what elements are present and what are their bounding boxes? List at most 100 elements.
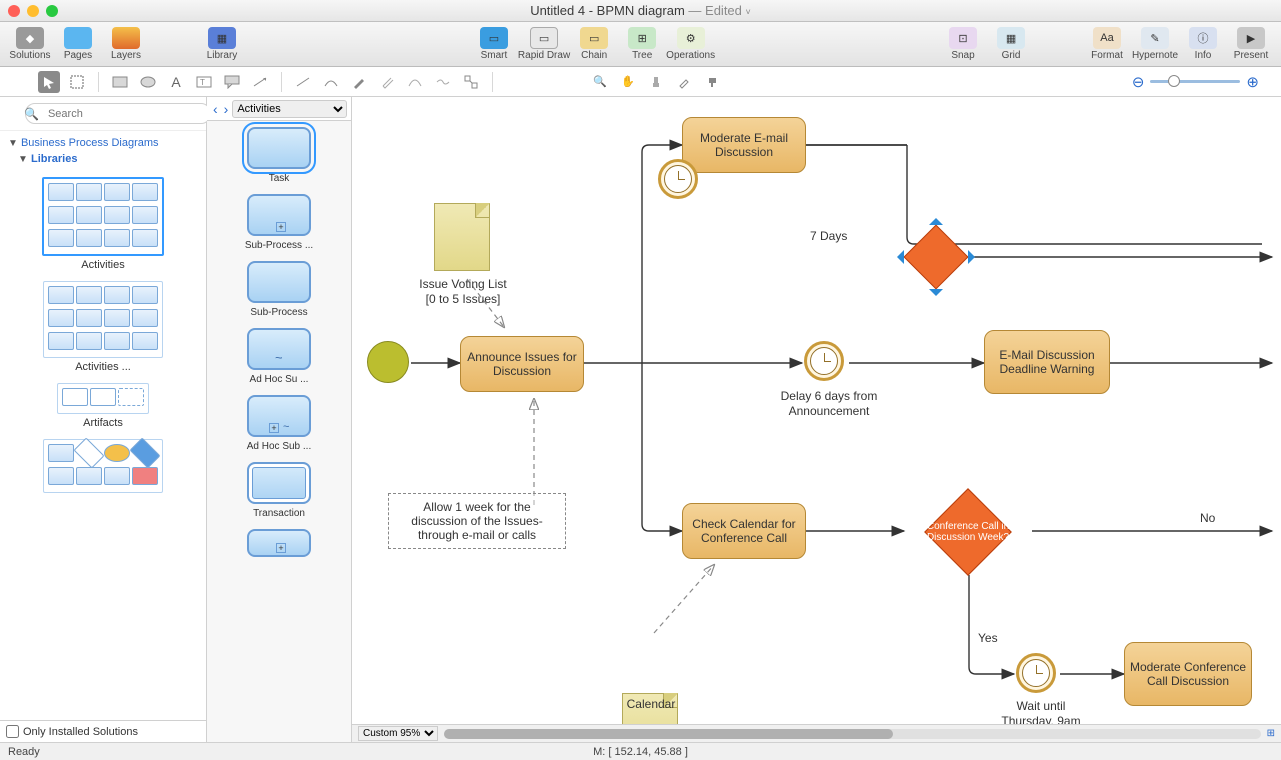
zoom-in-icon[interactable]: ⊕ [1246,73,1259,91]
lib-activities-2[interactable]: Activities ... [6,281,200,373]
task-announce[interactable]: Announce Issues for Discussion [460,336,584,392]
tree-icon: ⊞ [628,27,656,49]
operations-icon: ⚙ [677,27,705,49]
zoom-tool[interactable]: 🔍 [589,71,611,93]
task-check-calendar[interactable]: Check Calendar for Conference Call [682,503,806,559]
toolbar-smart[interactable]: ▭Smart [470,23,518,65]
marquee-tool[interactable] [66,71,88,93]
title-main: Untitled 4 - BPMN diagram [530,3,685,18]
only-installed-label: Only Installed Solutions [23,726,138,738]
pencil-tool[interactable] [348,71,370,93]
voting-list-label: Issue Voting List [0 to 5 Issues] [404,277,522,307]
zoom-knob[interactable] [1168,75,1180,87]
task-email-warning[interactable]: E-Mail Discussion Deadline Warning [984,330,1110,394]
lib-events[interactable] [6,439,200,493]
libpanel-select[interactable]: Activities [232,100,347,118]
toolbar-present[interactable]: ▶Present [1227,23,1275,65]
stamp-tool[interactable] [645,71,667,93]
ellipse-tool[interactable] [137,71,159,93]
rect-tool[interactable] [109,71,131,93]
zoom-slider[interactable]: ⊖ ⊕ [1132,73,1259,91]
status-bar: Ready M: [ 152.14, 45.88 ] [0,742,1281,760]
toolbar-format[interactable]: AaFormat [1083,23,1131,65]
gateway-merge[interactable] [904,225,968,289]
edge-yes-label: Yes [978,631,998,645]
libitem-transaction[interactable]: Transaction [211,462,347,519]
timer-moderate-email[interactable] [658,159,698,199]
tree-root[interactable]: ▼ Business Process Diagrams [8,135,198,151]
format-icon: Aa [1093,27,1121,49]
pointer-tool[interactable] [38,71,60,93]
connector-tool[interactable] [460,71,482,93]
nav-fwd-icon[interactable]: › [222,101,231,117]
timer-wait-thursday[interactable] [1016,653,1056,693]
smart-icon: ▭ [480,27,508,49]
toolbar-library[interactable]: ▦Library [198,23,246,65]
textbox-tool[interactable]: T [193,71,215,93]
toolbar-rapiddraw[interactable]: ▭Rapid Draw [518,23,570,65]
h-scroll-thumb[interactable] [444,729,893,739]
timer-delay-label: Delay 6 days from Announcement [768,389,890,419]
arc-tool[interactable] [320,71,342,93]
toolbar-info[interactable]: ⓘInfo [1179,23,1227,65]
main-area: 🔍 ✦ ▼ Business Process Diagrams ▼ Librar… [0,97,1281,742]
gateway-conference-call[interactable]: Conference Call in Discussion Week? [904,489,1032,575]
h-scrollbar[interactable] [444,729,1261,739]
solutions-sidebar: 🔍 ✦ ▼ Business Process Diagrams ▼ Librar… [0,97,207,742]
toolbar-operations[interactable]: ⚙Operations [666,23,715,65]
callout-tool[interactable] [221,71,243,93]
layers-icon [112,27,140,49]
library-grid: Activities Activities ... Artifacts [0,171,206,720]
toolbar-grid[interactable]: ▦Grid [987,23,1035,65]
only-installed-checkbox[interactable] [6,725,19,738]
diagram-canvas[interactable]: Announce Issues for Discussion Issue Vot… [352,97,1281,742]
toolbar-hypernote[interactable]: ✎Hypernote [1131,23,1179,65]
libitem-adhoc-1[interactable]: ~Ad Hoc Su ... [211,328,347,385]
lib-artifacts[interactable]: Artifacts [6,383,200,429]
bezier-tool[interactable] [404,71,426,93]
toolbar-chain[interactable]: ▭Chain [570,23,618,65]
toolbar-solutions[interactable]: ◆Solutions [6,23,54,65]
rapiddraw-icon: ▭ [530,27,558,49]
canvas-area[interactable]: Announce Issues for Discussion Issue Vot… [352,97,1281,742]
only-installed-row: Only Installed Solutions [0,720,206,742]
lib-activities[interactable]: Activities [6,177,200,271]
zoom-out-icon[interactable]: ⊖ [1132,73,1145,91]
start-event[interactable] [367,341,409,383]
libitem-task[interactable]: Task [211,127,347,184]
libitem-subprocess-1[interactable]: +Sub-Process ... [211,194,347,251]
toolbar-layers[interactable]: Layers [102,23,150,65]
nav-back-icon[interactable]: ‹ [211,101,220,117]
libitem-subprocess-2[interactable]: Sub-Process [211,261,347,318]
tree-libraries[interactable]: ▼ Libraries [18,151,198,167]
task-moderate-email[interactable]: Moderate E-mail Discussion [682,117,806,173]
data-object-voting-list[interactable] [434,203,490,271]
toolbar-pages[interactable]: Pages [54,23,102,65]
toolbar-tree[interactable]: ⊞Tree [618,23,666,65]
search-input[interactable] [25,103,211,124]
chevron-down-icon[interactable]: ˅ [746,7,751,17]
solutions-icon: ◆ [16,27,44,49]
task-moderate-call[interactable]: Moderate Conference Call Discussion [1124,642,1252,706]
page-nav-icon[interactable]: ⊞ [1267,728,1275,739]
pen-tool[interactable] [376,71,398,93]
hypernote-icon: ✎ [1141,27,1169,49]
chain-icon: ▭ [580,27,608,49]
toolbar-snap[interactable]: ⊡Snap [939,23,987,65]
libitem-more[interactable]: + [211,529,347,557]
segment-tool[interactable] [292,71,314,93]
zoom-track[interactable] [1150,80,1240,83]
annotation-allow-week[interactable]: Allow 1 week for the discussion of the I… [388,493,566,549]
libitem-adhoc-2[interactable]: +~Ad Hoc Sub ... [211,395,347,452]
line-tool[interactable] [249,71,271,93]
hand-tool[interactable]: ✋ [617,71,639,93]
paint-tool[interactable] [701,71,723,93]
spline-tool[interactable] [432,71,454,93]
timer-delay-6days[interactable] [804,341,844,381]
calendar-label: Calendar [616,697,686,712]
eyedropper-tool[interactable] [673,71,695,93]
text-tool[interactable]: A [165,71,187,93]
shape-toolbar: A T 🔍 ✋ ⊖ ⊕ [0,67,1281,97]
search-row: 🔍 ✦ [0,97,206,131]
zoom-select[interactable]: Custom 95% [358,726,438,741]
